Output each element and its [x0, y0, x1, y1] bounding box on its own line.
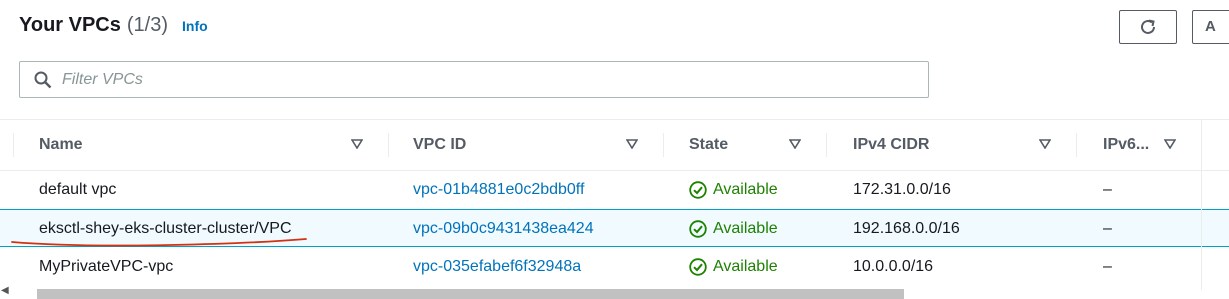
vpc-id-link[interactable]: vpc-035efabef6f32948a: [413, 248, 581, 286]
column-header-vpc-id[interactable]: VPC ID: [413, 120, 643, 170]
status-text: Available: [713, 220, 778, 237]
column-label-name: Name: [39, 136, 83, 153]
column-header-state[interactable]: State: [689, 120, 809, 170]
sort-caret-icon[interactable]: [351, 139, 363, 149]
column-separator: [826, 133, 827, 157]
info-link[interactable]: Info: [182, 18, 208, 34]
status-available: Available: [689, 248, 778, 286]
column-label-ipv6: IPv6...: [1103, 136, 1150, 153]
ipv4-cidr: 172.31.0.0/16: [853, 181, 951, 198]
column-label-state: State: [689, 136, 729, 153]
ipv4-cidr: 192.168.0.0/16: [853, 220, 960, 237]
table-row-selected[interactable]: eksctl-shey-eks-cluster-cluster/VPC vpc-…: [0, 209, 1229, 247]
table-header: Name VPC ID State IPv4 CIDR IPv6...: [0, 120, 1229, 170]
column-separator: [663, 133, 664, 157]
ipv6-cidr: –: [1103, 220, 1112, 237]
search-icon: [34, 71, 52, 89]
table-row[interactable]: default vpc vpc-01b4881e0c2bdb0ff Availa…: [0, 171, 1229, 209]
actions-button[interactable]: A: [1192, 10, 1229, 44]
column-label-ipv4-cidr: IPv4 CIDR: [853, 136, 930, 153]
filter-search[interactable]: [19, 61, 929, 98]
column-separator: [13, 133, 14, 157]
page-header: Your VPCs (1/3) Info: [19, 14, 208, 44]
column-separator: [1076, 133, 1077, 157]
refresh-icon: [1141, 19, 1155, 34]
check-circle-icon: [689, 220, 707, 238]
vpc-name: MyPrivateVPC-vpc: [39, 258, 174, 275]
table-row[interactable]: MyPrivateVPC-vpc vpc-035efabef6f32948a A…: [0, 248, 1229, 286]
ipv4-cidr: 10.0.0.0/16: [853, 258, 934, 275]
selection-count: (1/3): [126, 14, 168, 36]
column-separator: [388, 133, 389, 157]
page-title: Your VPCs: [19, 14, 121, 36]
sort-caret-icon[interactable]: [1039, 139, 1051, 149]
ipv6-cidr: –: [1103, 181, 1112, 198]
ipv6-cidr: –: [1103, 258, 1112, 275]
sort-caret-icon[interactable]: [1164, 139, 1176, 149]
vpc-id-link[interactable]: vpc-09b0c9431438ea424: [413, 210, 594, 248]
filter-vpcs-input[interactable]: [62, 62, 912, 97]
vpc-id-link[interactable]: vpc-01b4881e0c2bdb0ff: [413, 171, 584, 209]
column-header-name[interactable]: Name: [39, 120, 369, 170]
truncated-column-edge: [1201, 120, 1229, 290]
column-header-ipv6[interactable]: IPv6...: [1103, 120, 1193, 170]
refresh-button[interactable]: [1119, 10, 1177, 44]
vpc-name: default vpc: [39, 181, 117, 198]
sort-caret-icon[interactable]: [789, 139, 801, 149]
sort-caret-icon[interactable]: [626, 139, 638, 149]
horizontal-scrollbar-thumb[interactable]: [37, 289, 904, 299]
check-circle-icon: [689, 181, 707, 199]
status-text: Available: [713, 258, 778, 275]
status-available: Available: [689, 210, 778, 248]
scroll-left-arrow[interactable]: ◀: [1, 286, 9, 296]
status-text: Available: [713, 181, 778, 198]
status-available: Available: [689, 171, 778, 209]
column-header-ipv4-cidr[interactable]: IPv4 CIDR: [853, 120, 1063, 170]
check-circle-icon: [689, 258, 707, 276]
column-label-vpc-id: VPC ID: [413, 136, 467, 153]
vpc-name: eksctl-shey-eks-cluster-cluster/VPC: [39, 220, 292, 237]
